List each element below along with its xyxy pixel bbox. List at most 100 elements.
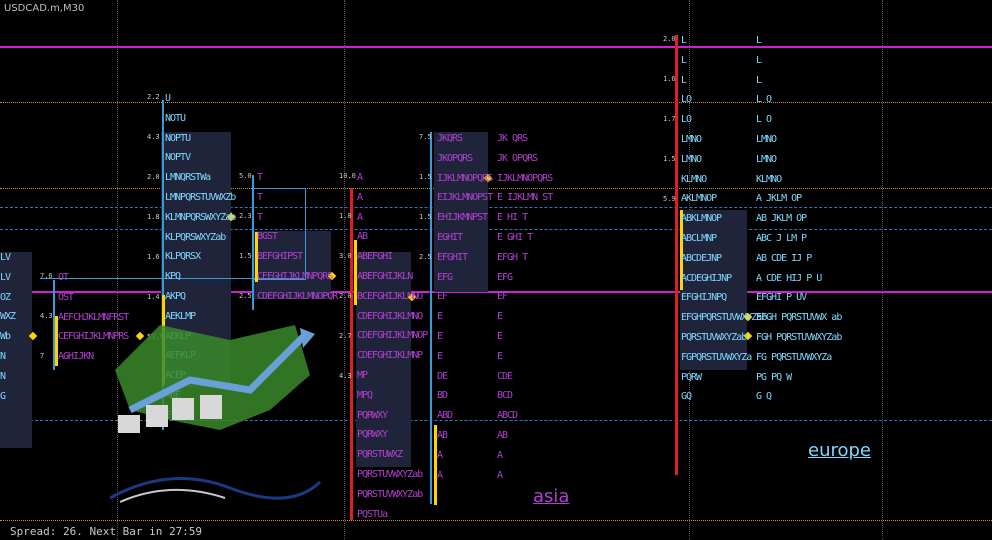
profile-number: 2.0: [663, 35, 676, 43]
tpo-row: N: [0, 351, 6, 362]
profile-number: 5.9: [663, 195, 676, 203]
session-label-asia[interactable]: asia: [533, 486, 569, 507]
tpo-row: AKLMNOP: [681, 193, 717, 205]
tpo-row: KLMNO: [756, 173, 782, 185]
tpo-row: CDE: [497, 370, 513, 382]
tpo-row: BCD: [497, 390, 513, 402]
tpo-row: G Q: [756, 391, 772, 403]
tpo-row: JKQRS: [437, 133, 463, 144]
tpo-row: BGST: [257, 231, 278, 243]
tpo-row: PQSTUa: [357, 508, 388, 520]
tpo-row: PQRSTUVWXYZab: [357, 469, 423, 480]
profile-number: 2.0: [147, 173, 160, 181]
tpo-row: EIJKLMNOPST: [437, 192, 493, 204]
tpo-row: ABD: [437, 410, 453, 422]
tpo-row: PQRWXY: [357, 429, 388, 441]
tpo-row: EFGH PQRSTUVWX ab: [756, 312, 842, 324]
tpo-row: EFGHI P UV: [756, 292, 807, 304]
watermark-logo: [110, 325, 322, 503]
tpo-row: OZ: [0, 291, 11, 303]
tpo-row: BCEFGHIJKLMNO: [357, 290, 423, 302]
tpo-row: KPQ: [165, 271, 181, 283]
tpo-row: MPQ: [357, 389, 373, 401]
tpo-row: E GHI T: [497, 232, 533, 243]
tpo-row: PQRSTUWXZ: [357, 449, 403, 461]
tpo-row: A: [357, 211, 363, 223]
tpo-row: LMNO: [681, 134, 702, 145]
tpo-row: E: [497, 350, 503, 362]
profile-number: 2.7: [339, 332, 352, 340]
session-label-europe[interactable]: europe: [808, 440, 871, 461]
tpo-row: LV: [0, 252, 11, 263]
profile-number: 2.5: [419, 253, 432, 261]
profile-number: 2.3: [239, 212, 252, 220]
tpo-row: CDEFGHIJKLMNO: [357, 310, 423, 322]
tpo-row: L: [756, 35, 762, 46]
profile-number: 4.3: [40, 312, 53, 320]
tpo-row: E: [497, 331, 503, 342]
profile-number: 1.5: [419, 213, 432, 221]
profile-number: 7.6: [40, 272, 53, 280]
tpo-row: LO: [681, 114, 692, 126]
tpo-row: PQRSTUVWXYZab: [357, 488, 423, 500]
tpo-row: PQRWXY: [357, 409, 388, 421]
profile-number: 7.5: [419, 133, 432, 141]
profile-number: 2.2: [147, 93, 160, 101]
tpo-row: ACDEGHIJNP: [681, 272, 732, 284]
tpo-row: MP: [357, 370, 368, 381]
tpo-row: A: [357, 191, 363, 203]
tpo-row: U: [165, 93, 171, 104]
tpo-row: OST: [58, 291, 74, 303]
tpo-row: BD: [437, 390, 448, 402]
profile-number: 7: [40, 352, 45, 360]
profile-number: 1.4: [147, 293, 160, 301]
tpo-row: A: [437, 469, 443, 481]
tpo-row: EFGH T: [497, 251, 528, 263]
tpo-row: EFG: [497, 271, 513, 283]
profile-number: 2.5: [239, 292, 252, 300]
tpo-row: KLPQRSX: [165, 251, 201, 263]
tpo-row: L O: [756, 114, 772, 126]
tpo-row: E IJKLMN ST: [497, 192, 553, 204]
tpo-row: LMNPQRSTUVWXZb: [165, 192, 236, 203]
tpo-row: AKPQ: [165, 291, 186, 302]
tpo-row: CDEFGHIJKLMNOPQR: [257, 290, 338, 302]
tpo-row: N: [0, 370, 6, 382]
tpo-row: L: [681, 74, 687, 86]
tpo-row: LO: [681, 94, 692, 106]
tpo-row: KLMNPQRSWXYZab: [165, 211, 236, 223]
blue-dash-line-2: [0, 229, 992, 230]
tpo-row: KLPQRSWXYZab: [165, 231, 226, 243]
tpo-row: A JKLM OP: [756, 193, 802, 205]
tpo-row: PQRW: [681, 371, 702, 383]
tpo-row: BEFGHIPST: [257, 251, 303, 263]
tpo-row: NOPTU: [165, 132, 191, 144]
profile-number: 1.5: [663, 155, 676, 163]
tpo-row: T: [257, 172, 263, 183]
tpo-row: AB JKLM OP: [756, 213, 807, 225]
tpo-row: L: [756, 74, 762, 86]
tpo-row: A: [497, 469, 503, 481]
tpo-row: IJKLMNOPQRS: [497, 172, 553, 184]
profile-number: 3.0: [339, 252, 352, 260]
tpo-row: WXZ: [0, 311, 16, 323]
tpo-row: ABCDEJNP: [681, 252, 722, 264]
tpo-row: AB CDE IJ P: [756, 252, 812, 264]
value-area-line-mid: [0, 188, 992, 189]
profile-number: 1.5: [419, 173, 432, 181]
profile-number: 10.0: [339, 172, 356, 180]
session-separator: [344, 0, 345, 540]
tpo-row: CDEFGHIJKLMNP: [357, 350, 423, 362]
tpo-row: PQRSTUVWXYZab: [681, 332, 747, 343]
tpo-row: OT: [58, 272, 69, 283]
tpo-row: FG PQRSTUVWXYZa: [756, 351, 832, 363]
tpo-row: A: [437, 449, 443, 461]
tpo-row: A: [497, 449, 503, 461]
blue-dash-line-1: [0, 207, 992, 208]
tpo-row: AB: [357, 231, 368, 243]
tpo-row: E: [437, 331, 443, 342]
tpo-row: JK OPQRS: [497, 152, 538, 164]
tpo-row: E HI T: [497, 212, 528, 224]
tpo-row: DE: [437, 370, 448, 382]
poc-line-upper: [0, 46, 992, 48]
